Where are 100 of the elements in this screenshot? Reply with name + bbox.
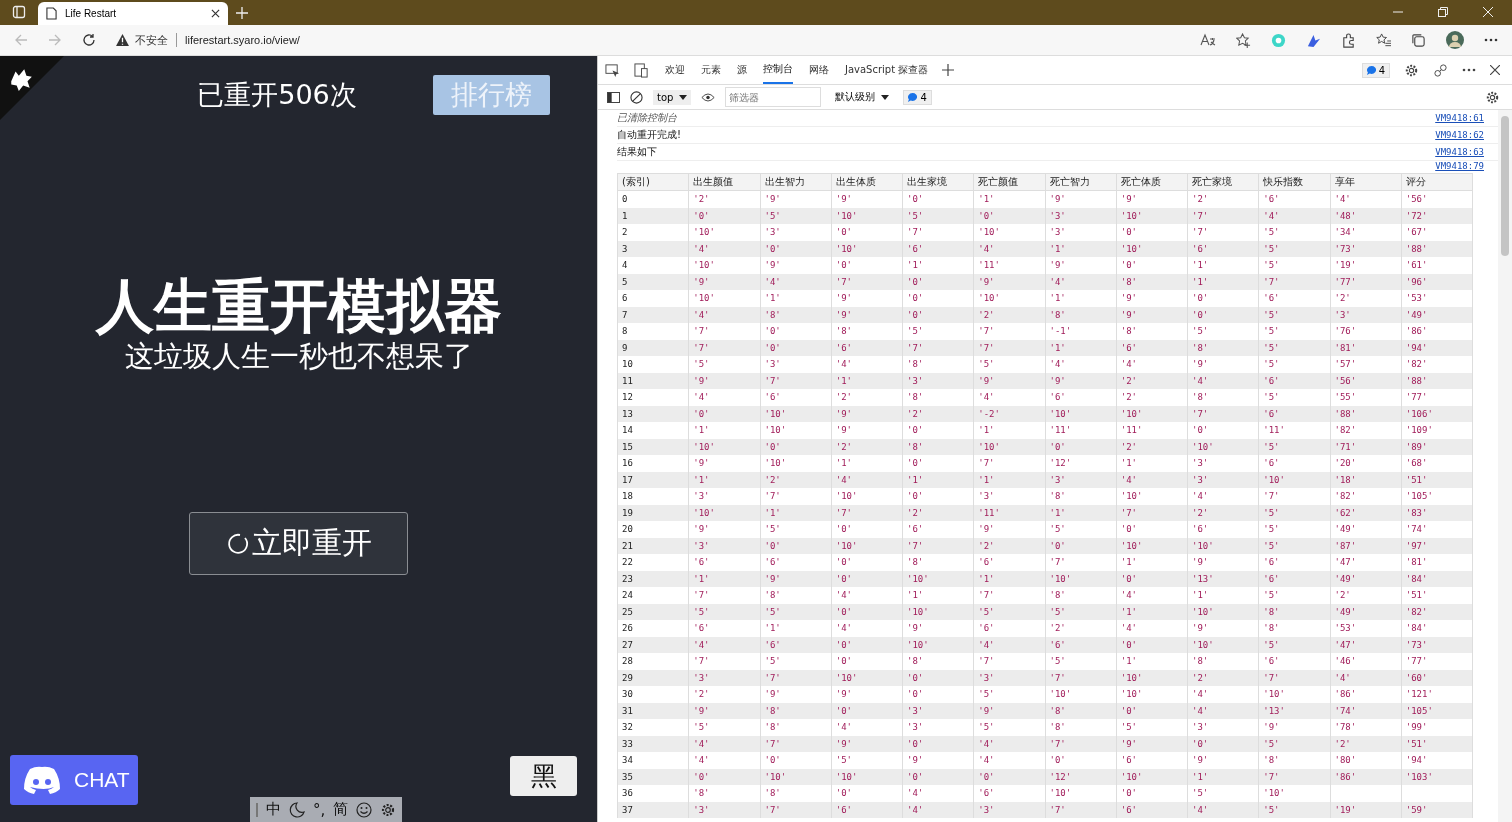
collections-icon[interactable] bbox=[1411, 32, 1426, 48]
restore-icon[interactable] bbox=[1438, 7, 1448, 17]
column-header[interactable]: 死亡颜值 bbox=[973, 173, 1045, 191]
level-select[interactable]: 默认级别 bbox=[831, 88, 894, 106]
table-cell: '10' bbox=[835, 243, 858, 254]
column-header[interactable]: 死亡体质 bbox=[1116, 173, 1188, 191]
devtools-tab[interactable]: 欢迎 bbox=[665, 56, 685, 84]
devtools-tab[interactable]: 源 bbox=[737, 56, 747, 84]
table-cell: '7' bbox=[693, 326, 710, 337]
avatar-icon[interactable] bbox=[1446, 31, 1464, 49]
chat-button[interactable]: CHAT bbox=[10, 755, 138, 805]
eye-icon[interactable] bbox=[701, 92, 716, 102]
table-cell: '0' bbox=[1120, 788, 1137, 799]
close-icon[interactable] bbox=[1490, 65, 1500, 75]
table-cell: '7' bbox=[978, 342, 995, 353]
table-cell: '4' bbox=[978, 639, 995, 650]
add-icon[interactable] bbox=[942, 64, 955, 76]
table-cell: '2' bbox=[1120, 375, 1137, 386]
smiley-icon[interactable] bbox=[356, 801, 373, 818]
table-cell: '1' bbox=[1192, 276, 1209, 287]
favorites-icon[interactable] bbox=[1376, 32, 1391, 48]
moon-icon[interactable] bbox=[289, 801, 305, 818]
table-cell: '0' bbox=[835, 524, 852, 535]
table-cell: '4' bbox=[907, 788, 924, 799]
browser-tab[interactable]: Life Restart bbox=[38, 2, 228, 25]
table-cell: '6' bbox=[1263, 293, 1280, 304]
connect-icon[interactable] bbox=[1433, 62, 1448, 78]
table-cell: '6' bbox=[907, 243, 924, 254]
more-icon[interactable] bbox=[1462, 68, 1476, 72]
table-cell: '5' bbox=[1263, 639, 1280, 650]
context-select[interactable]: top bbox=[653, 89, 692, 105]
table-cell: '3' bbox=[1334, 309, 1351, 320]
settings-icon[interactable] bbox=[1485, 89, 1500, 105]
sidebar-icon[interactable] bbox=[607, 91, 620, 103]
ime-punctuation[interactable]: °, bbox=[313, 800, 326, 819]
read-aloud-icon[interactable] bbox=[1200, 33, 1216, 47]
message-count-badge[interactable]: 4 bbox=[903, 89, 932, 105]
table-cell: '4' bbox=[835, 623, 852, 634]
refresh-icon[interactable] bbox=[82, 33, 96, 47]
settings-icon[interactable] bbox=[1404, 62, 1419, 78]
devtools-tab[interactable]: JavaScript 探查器 bbox=[845, 56, 929, 84]
table-cell: '8' bbox=[907, 441, 924, 452]
column-header[interactable]: 出生体质 bbox=[831, 173, 903, 191]
table-cell: 31 bbox=[622, 705, 633, 716]
source-link[interactable]: VM9418:62 bbox=[1435, 130, 1484, 140]
table-cell: '0' bbox=[764, 441, 781, 452]
restart-button[interactable]: 立即重开 bbox=[189, 511, 408, 575]
table-cell: '1' bbox=[907, 260, 924, 271]
column-header[interactable]: (索引) bbox=[617, 173, 689, 191]
tab-actions-icon[interactable] bbox=[12, 5, 26, 19]
column-header[interactable]: 出生家境 bbox=[902, 173, 974, 191]
column-header[interactable]: 快乐指数 bbox=[1258, 173, 1330, 191]
puzzle-icon[interactable] bbox=[1341, 32, 1356, 48]
table-cell: '0' bbox=[978, 771, 995, 782]
table-cell: 14 bbox=[622, 425, 633, 436]
scrollbar-thumb[interactable] bbox=[1501, 116, 1509, 256]
source-link[interactable]: VM9418:61 bbox=[1435, 113, 1484, 123]
table-cell: 12 bbox=[622, 392, 633, 403]
table-cell: '8' bbox=[1049, 491, 1066, 502]
table-cell: '83' bbox=[1405, 507, 1428, 518]
device-icon[interactable] bbox=[634, 62, 649, 78]
devtools-tab[interactable]: 元素 bbox=[701, 56, 721, 84]
ime-mode[interactable]: 中 bbox=[266, 800, 281, 819]
devtools-tab[interactable]: 网络 bbox=[809, 56, 829, 84]
table-cell: '1' bbox=[1120, 656, 1137, 667]
table-cell: '5' bbox=[764, 656, 781, 667]
filter-field[interactable]: 筛选器 bbox=[725, 87, 822, 107]
table-cell: '1' bbox=[1192, 260, 1209, 271]
table-cell: '5' bbox=[835, 755, 852, 766]
table-cell: '74' bbox=[1405, 524, 1428, 535]
source-link[interactable]: VM9418:63 bbox=[1435, 147, 1484, 157]
more-icon[interactable] bbox=[1484, 38, 1498, 42]
table-cell: '10' bbox=[978, 293, 1000, 304]
clear-icon[interactable] bbox=[630, 90, 643, 104]
source-link[interactable]: VM9418:79 bbox=[1435, 161, 1484, 171]
new-tab-icon[interactable] bbox=[236, 7, 248, 19]
column-header[interactable]: 出生颜值 bbox=[688, 173, 760, 191]
issues-badge[interactable]: 4 bbox=[1361, 62, 1390, 78]
security-label[interactable]: 不安全 bbox=[135, 32, 168, 48]
devtools-tab[interactable]: 控制台 bbox=[763, 56, 793, 84]
table-cell: '6' bbox=[1263, 408, 1280, 419]
column-header[interactable]: 出生智力 bbox=[760, 173, 832, 191]
table-cell: '121' bbox=[1405, 689, 1433, 700]
theme-button[interactable]: 黑 bbox=[510, 756, 577, 796]
table-cell: '3' bbox=[978, 491, 995, 502]
table-cell: '7' bbox=[978, 656, 995, 667]
settings-icon[interactable] bbox=[380, 801, 397, 818]
extension-icon[interactable] bbox=[1306, 32, 1321, 48]
ime-script[interactable]: 简 bbox=[333, 800, 349, 819]
table-cell: '2' bbox=[1192, 194, 1209, 205]
table-cell: '5' bbox=[1263, 243, 1280, 254]
favorite-add-icon[interactable] bbox=[1236, 32, 1251, 48]
close-icon[interactable] bbox=[211, 9, 220, 18]
url-field[interactable]: liferestart.syaro.io/view/ bbox=[185, 34, 300, 46]
column-header[interactable]: 死亡家境 bbox=[1187, 173, 1259, 191]
column-header[interactable]: 享年 bbox=[1330, 173, 1402, 191]
inspect-icon[interactable] bbox=[605, 62, 620, 78]
table-cell: '6' bbox=[978, 788, 995, 799]
column-header[interactable]: 评分 bbox=[1401, 173, 1473, 191]
column-header[interactable]: 死亡智力 bbox=[1045, 173, 1117, 191]
